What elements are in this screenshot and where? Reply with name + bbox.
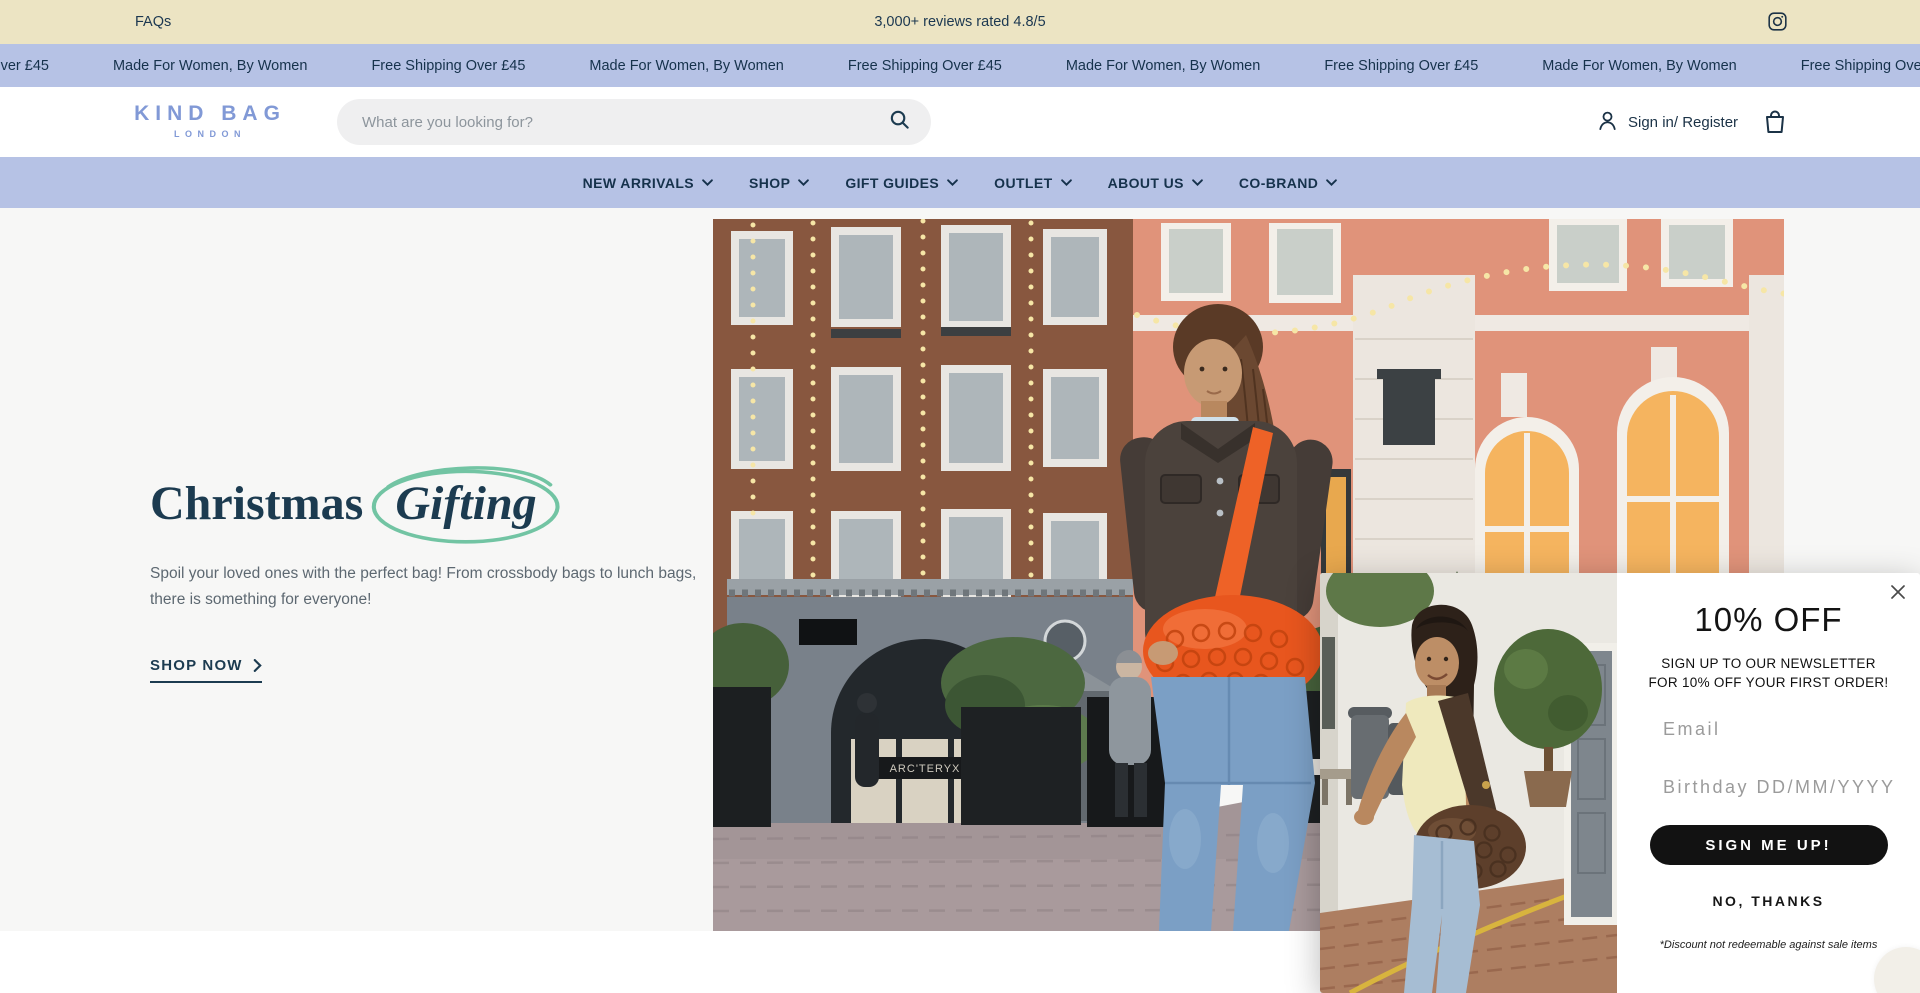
brand-logo-name: KIND BAG [130,102,290,126]
popup-headline: 10% OFF [1617,601,1920,639]
brand-logo[interactable]: KIND BAG LONDON [130,102,290,139]
instagram-icon[interactable] [1767,11,1788,32]
chevron-down-icon [947,179,958,186]
popup-disclaimer: *Discount not redeemable against sale it… [1617,939,1920,951]
shop-now-label: SHOP NOW [150,657,243,674]
brand-logo-city: LONDON [130,129,290,139]
main-navigation: NEW ARRIVALS SHOP GIFT GUIDES OUTLET ABO… [0,157,1920,208]
shop-now-link[interactable]: SHOP NOW [150,657,262,683]
newsletter-popup-form: 10% OFF SIGN UP TO OUR NEWSLETTER FOR 10… [1617,573,1920,993]
hero-title-script: Gifting [375,472,556,535]
cart-bag-icon[interactable] [1760,107,1790,137]
no-thanks-button[interactable]: NO, THANKS [1712,893,1824,909]
nav-item-new-arrivals[interactable]: NEW ARRIVALS [583,175,713,191]
hero-description: Spoil your loved ones with the perfect b… [150,561,712,613]
sign-in-register-label: Sign in/ Register [1628,114,1738,131]
magnifier-icon[interactable] [888,108,911,136]
newsletter-popup: 10% OFF SIGN UP TO OUR NEWSLETTER FOR 10… [1320,573,1920,993]
announcement-item: Free Shipping Over £45 [848,58,1002,74]
nav-label: SHOP [749,175,790,191]
top-utility-bar: FAQs 3,000+ reviews rated 4.8/5 [0,0,1920,44]
person-icon [1596,109,1619,136]
popup-subtitle: SIGN UP TO OUR NEWSLETTER FOR 10% OFF YO… [1649,654,1889,692]
reviews-rating-text[interactable]: 3,000+ reviews rated 4.8/5 [874,14,1045,30]
storefront-sign: ARC'TERYX [890,763,961,775]
announcement-item: Made For Women, By Women [113,58,307,74]
chevron-down-icon [702,179,713,186]
nav-item-about-us[interactable]: ABOUT US [1108,175,1203,191]
chevron-down-icon [798,179,809,186]
announcement-item: Free Shipping Over £45 [0,58,49,74]
nav-item-outlet[interactable]: OUTLET [994,175,1071,191]
search-input[interactable] [362,114,888,131]
nav-label: NEW ARRIVALS [583,175,694,191]
announcement-item: Free Shipping Over £45 [1801,58,1920,74]
announcement-item: Free Shipping Over £45 [1324,58,1478,74]
nav-label: ABOUT US [1108,175,1184,191]
chevron-down-icon [1061,179,1072,186]
announcement-item: Made For Women, By Women [589,58,783,74]
search-bar [337,99,931,145]
nav-item-co-brand[interactable]: CO-BRAND [1239,175,1337,191]
email-field[interactable] [1663,719,1903,740]
sign-me-up-button[interactable]: SIGN ME UP! [1650,825,1888,865]
hero-title-regular: Christmas [150,476,363,531]
hero-title: Christmas Gifting [150,472,725,535]
newsletter-popup-image [1320,573,1617,993]
faq-link[interactable]: FAQs [135,14,171,30]
site-header: KIND BAG LONDON Sign in/ Register [0,87,1920,157]
close-icon[interactable] [1888,583,1908,603]
announcement-track: Free Shipping Over £45 Made For Women, B… [0,58,1920,74]
announcement-item: Made For Women, By Women [1542,58,1736,74]
chevron-down-icon [1326,179,1337,186]
nav-label: GIFT GUIDES [845,175,939,191]
announcement-bar: Free Shipping Over £45 Made For Women, B… [0,44,1920,87]
announcement-item: Made For Women, By Women [1066,58,1260,74]
chevron-down-icon [1192,179,1203,186]
nav-item-gift-guides[interactable]: GIFT GUIDES [845,175,958,191]
birthday-field[interactable] [1663,777,1903,798]
hero-copy: Christmas Gifting Spoil your loved ones … [150,472,725,683]
announcement-item: Free Shipping Over £45 [371,58,525,74]
chevron-right-icon [253,659,262,672]
sign-in-register-link[interactable]: Sign in/ Register [1596,87,1738,157]
nav-label: CO-BRAND [1239,175,1318,191]
nav-label: OUTLET [994,175,1052,191]
nav-item-shop[interactable]: SHOP [749,175,809,191]
